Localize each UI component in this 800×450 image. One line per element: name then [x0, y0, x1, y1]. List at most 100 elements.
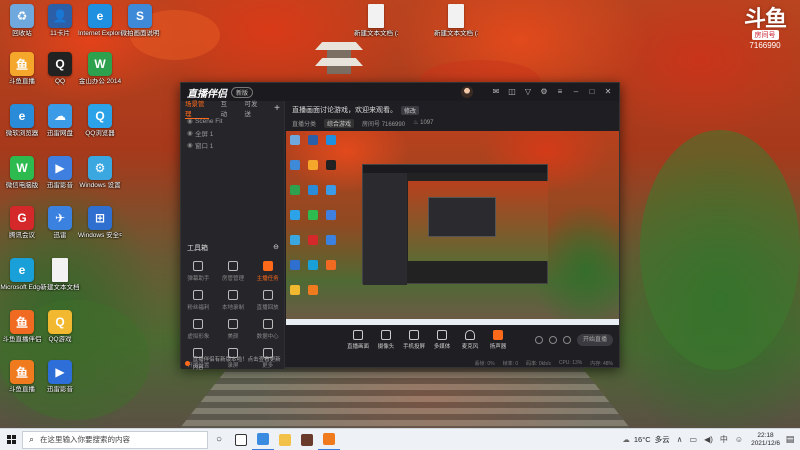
edit-title-button[interactable]: 修改	[401, 105, 420, 115]
app-icon: e	[10, 258, 34, 282]
minimize-icon[interactable]: –	[571, 87, 581, 97]
taskbar-game-app[interactable]	[296, 429, 318, 450]
settings-icon[interactable]	[563, 336, 571, 344]
source-control[interactable]: 摄像头	[372, 330, 400, 350]
chevron-up-icon[interactable]: ∧	[677, 435, 683, 444]
desktop-icon-label: 迅雷影音	[47, 386, 73, 393]
skin-icon[interactable]: ▽	[523, 87, 533, 97]
desktop-icon[interactable]: Q QQ游戏	[38, 310, 82, 344]
tool-item[interactable]: 美颜	[216, 319, 251, 340]
taskbar-kuaishou-app[interactable]	[252, 429, 274, 450]
live-companion-window[interactable]: 直播伴侣 新版 ✉ ◫ ▽ ⚙ ≡ – □ ✕ 场景管理 互动 可发送 + ◉ S…	[180, 82, 620, 371]
app-icon: 鱼	[10, 360, 34, 384]
app-icon: W	[88, 52, 112, 76]
start-button[interactable]	[0, 429, 22, 450]
source-control[interactable]: 麦克风	[456, 330, 484, 350]
desktop-wallpaper: ♻ 回收站 👤 11卡片 e Internet Explorer S 微拍画面说明 新建文本文档…	[0, 0, 800, 428]
desktop-icon[interactable]: ☁ 迅雷网盘	[38, 104, 82, 138]
eye-icon[interactable]: ◉	[187, 141, 195, 149]
app-icon	[368, 4, 384, 28]
desktop-icon[interactable]: 新建文本文档 (3)	[434, 4, 478, 38]
message-icon[interactable]: ✉	[491, 87, 501, 97]
desktop-icon[interactable]: 新建文本文档 (2)	[354, 4, 398, 38]
desktop-icon[interactable]: W 金山办公 2014	[78, 52, 122, 86]
scene-row[interactable]: ◉ 窗口 1	[181, 139, 284, 151]
desktop-icon[interactable]: Q QQ浏览器	[78, 104, 122, 138]
eye-icon[interactable]: ◉	[187, 117, 195, 125]
tab-scenes[interactable]: 场景管理	[185, 98, 209, 119]
gift-icon[interactable]: ◫	[507, 87, 517, 97]
weather-text[interactable]: 多云	[655, 434, 670, 445]
windows-icon	[6, 435, 16, 444]
scene-row[interactable]: ◉ 全屏 1	[181, 127, 284, 139]
tab-interact[interactable]: 互动	[221, 98, 233, 118]
desktop-icon-label: Windows 设置	[79, 182, 121, 189]
toolbox-collapse-icon[interactable]: ⊖	[273, 243, 279, 253]
desktop-icon[interactable]: S 微拍画面说明	[118, 4, 162, 38]
temperature[interactable]: 16°C	[634, 435, 651, 444]
desktop-icon[interactable]: ⚙ Windows 设置	[78, 156, 122, 190]
taskbar-explorer-app[interactable]	[274, 429, 296, 450]
tool-item[interactable]: 数据中心	[250, 319, 285, 340]
control-icon	[409, 330, 419, 340]
desktop-icon[interactable]: 👤 11卡片	[38, 4, 82, 38]
app-icon: ☁	[48, 104, 72, 128]
eye-icon[interactable]: ◉	[187, 129, 195, 137]
desktop-icon[interactable]: ▶ 迅雷影音	[38, 156, 82, 190]
network-icon[interactable]: ▭	[690, 435, 698, 444]
desktop-icon[interactable]: Q QQ	[38, 52, 82, 86]
app-icon	[52, 258, 68, 282]
taskbar-douyu-app[interactable]	[318, 429, 340, 450]
live-preview[interactable]	[286, 131, 619, 319]
stat-bitrate: 码率: 0kb/s	[526, 360, 551, 367]
source-control[interactable]: 手机投屏	[400, 330, 428, 350]
desktop-icon[interactable]: ✈ 迅雷	[38, 206, 82, 240]
update-notice[interactable]: 直播伴侣有新版本啦！点击查看更新内容	[181, 357, 285, 371]
source-control[interactable]: 扬声器	[484, 330, 512, 350]
taskbar-search[interactable]: ⌕ 在这里输入你要搜索的内容	[22, 430, 208, 449]
desktop-icon[interactable]: e Internet Explorer	[78, 4, 122, 38]
maximize-icon[interactable]: □	[587, 87, 597, 97]
tool-item[interactable]: 虚拟形象	[181, 319, 216, 340]
tool-icon	[193, 290, 204, 300]
volume-icon[interactable]: ◀)	[704, 435, 713, 444]
toolbox-header: 工具箱 ⊖	[187, 243, 279, 253]
close-icon[interactable]: ✕	[603, 87, 613, 97]
taskbar-task-view-app[interactable]	[230, 429, 252, 450]
scene-row[interactable]: ◉ Scene Fit	[181, 115, 284, 127]
tool-item[interactable]: 直播回放	[250, 290, 285, 311]
ime-indicator[interactable]: 中	[720, 434, 728, 445]
menu-icon[interactable]: ≡	[555, 87, 565, 97]
desktop-icon[interactable]: 新建文本文档	[38, 258, 82, 292]
tool-item[interactable]: 粉丝福利	[181, 290, 216, 311]
clock[interactable]: 22:18 2021/12/6	[751, 432, 780, 448]
source-control[interactable]: 直播画面	[344, 330, 372, 350]
source-control[interactable]: 多媒体	[428, 330, 456, 350]
app-tray-icon[interactable]: ☺	[735, 435, 743, 444]
app-icon: ⊞	[88, 206, 112, 230]
desktop-icon[interactable]: ▶ 迅雷影音	[38, 360, 82, 394]
tool-icon	[262, 290, 273, 300]
tool-item[interactable]: 房管管理	[216, 261, 251, 282]
start-live-button[interactable]: 开始直播	[577, 334, 613, 346]
category-value[interactable]: 综合游戏	[324, 119, 355, 128]
tool-item[interactable]: 主播任务	[250, 261, 285, 282]
tool-item[interactable]: 本地录制	[216, 290, 251, 311]
version-badge[interactable]: 新版	[231, 86, 254, 98]
preview-desktop-icon	[326, 210, 336, 220]
tool-item[interactable]: 弹幕助手	[181, 261, 216, 282]
settings-icon[interactable]: ⚙	[539, 87, 549, 97]
add-scene-icon[interactable]: +	[274, 103, 280, 114]
pause-icon[interactable]	[549, 336, 557, 344]
app-icon: ▶	[48, 156, 72, 180]
app-icon: e	[88, 4, 112, 28]
weather-icon[interactable]: ☁	[622, 435, 630, 444]
toolbox-title: 工具箱	[187, 245, 208, 252]
desktop-icon[interactable]: ⊞ Windows 安全中心	[78, 206, 122, 240]
update-notice-text: 直播伴侣有新版本啦！点击查看更新内容	[192, 357, 281, 371]
notification-icon[interactable]: ▤	[780, 429, 800, 450]
tab-send[interactable]: 可发送	[244, 98, 262, 118]
user-avatar[interactable]	[461, 86, 473, 98]
record-icon[interactable]	[535, 336, 543, 344]
task-view-icon[interactable]: ○	[208, 429, 230, 450]
